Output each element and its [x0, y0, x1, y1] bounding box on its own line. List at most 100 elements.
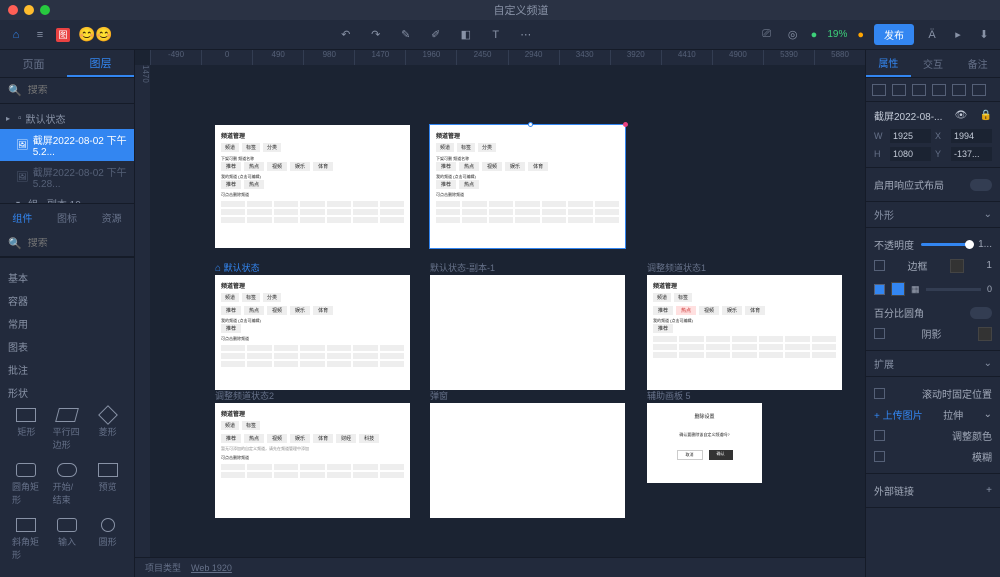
tab-icons[interactable]: 图标 — [45, 204, 90, 231]
brush-icon[interactable]: ✐ — [428, 27, 444, 43]
artboard[interactable]: 调整频道状态2 频道管理 频道标签 推荐热点视频娱乐体育财经科技 暂无可添加的自… — [215, 403, 410, 518]
layer-item[interactable]: ▾组 - 副本 10 — [0, 193, 134, 203]
fill-swatch[interactable] — [891, 282, 905, 296]
artboard[interactable]: 调整频道状态1 频道管理 频道标签 推荐热点视频娱乐体育 我的频道 (点击可编辑… — [647, 275, 842, 390]
cat-shape[interactable]: 形状 — [8, 381, 126, 404]
artboard[interactable]: ⌂ 默认状态 频道管理 频道标签分类 推荐热点视频娱乐体育 我的频道 (点击可编… — [215, 275, 410, 390]
tab-assets[interactable]: 资源 — [89, 204, 134, 231]
artboard-label[interactable]: 调整频道状态1 — [647, 261, 706, 274]
opacity-slider[interactable] — [921, 243, 971, 246]
artboard-label[interactable]: 调整频道状态2 — [215, 389, 274, 402]
visibility-icon[interactable]: 👁 — [955, 110, 968, 121]
align-top-icon[interactable] — [932, 84, 946, 96]
height-input[interactable] — [890, 147, 931, 161]
lock-icon[interactable]: 🔒 — [980, 110, 992, 121]
maximize-window[interactable] — [40, 5, 50, 15]
fixscroll-checkbox[interactable] — [874, 388, 885, 399]
component-tabs: 组件 图标 资源 — [0, 203, 134, 231]
appearance-header[interactable]: 外形⌄ — [866, 202, 1000, 228]
download-icon[interactable]: ⬇ — [976, 27, 992, 43]
fill-style-icon[interactable]: ▦ — [911, 284, 920, 295]
tab-notes[interactable]: 备注 — [955, 50, 1000, 77]
artboard[interactable]: 频道管理 频道标签分类 下架可删 频道名称 推荐热点视频娱乐体育 我的频道 (点… — [215, 125, 410, 248]
artboard-label[interactable]: 默认状态-副本-1 — [430, 261, 495, 274]
more-icon[interactable]: ⋯ — [518, 27, 534, 43]
tab-attributes[interactable]: 属性 — [866, 50, 911, 77]
shape-preset[interactable]: 预览 — [89, 459, 126, 510]
app-icon[interactable]: 图 — [56, 28, 70, 42]
search-icon: 🔍 — [8, 84, 22, 97]
adjust-color-checkbox[interactable] — [874, 430, 885, 441]
shadow-checkbox[interactable] — [874, 328, 885, 339]
upload-image-link[interactable]: + 上传图片 — [874, 407, 923, 422]
align-center-icon[interactable] — [892, 84, 906, 96]
left-tabs: 页面 图层 — [0, 50, 134, 78]
shape-bevel-rect[interactable]: 斜角矩形 — [8, 514, 45, 565]
artboard-label[interactable]: 弹窗 — [430, 389, 448, 402]
ai-icon[interactable]: Ä — [924, 27, 940, 43]
text-icon[interactable]: T — [488, 27, 504, 43]
tab-interactions[interactable]: 交互 — [911, 50, 956, 77]
tab-pages[interactable]: 页面 — [0, 50, 67, 77]
redo-icon[interactable]: ↷ — [368, 27, 384, 43]
artboard-label[interactable]: 辅助画板 5 — [647, 389, 691, 402]
align-bottom-icon[interactable] — [972, 84, 986, 96]
add-link-button[interactable]: + — [986, 485, 992, 496]
warning-icon[interactable]: ● — [857, 29, 864, 41]
responsive-toggle[interactable] — [970, 179, 992, 191]
cat-common[interactable]: 常用 — [8, 312, 126, 335]
menu-icon[interactable]: ≡ — [32, 27, 48, 43]
shape-circle[interactable]: 圆形 — [89, 514, 126, 565]
fill-checkbox[interactable] — [874, 284, 885, 295]
sync-icon[interactable]: ● — [811, 29, 818, 41]
close-window[interactable] — [8, 5, 18, 15]
artboard[interactable]: 默认状态-副本-1 — [430, 275, 625, 390]
undo-icon[interactable]: ↶ — [338, 27, 354, 43]
shape-pill[interactable]: 开始/结束 — [49, 459, 86, 510]
shape-diamond[interactable]: 菱形 — [89, 404, 126, 455]
shape-rect[interactable]: 矩形 — [8, 404, 45, 455]
border-checkbox[interactable] — [874, 260, 885, 271]
artboard-label[interactable]: ⌂ 默认状态 — [215, 261, 260, 274]
artboard[interactable]: 辅助画板 5 删除设置 确认要删除该自定义频道吗? 取消 确认 — [647, 403, 762, 483]
play-icon[interactable]: ▸ — [950, 27, 966, 43]
radius-toggle[interactable] — [970, 307, 992, 319]
align-middle-icon[interactable] — [952, 84, 966, 96]
shape-rounded-rect[interactable]: 圆角矩形 — [8, 459, 45, 510]
border-swatch[interactable] — [950, 259, 964, 273]
shape-parallelogram[interactable]: 平行四边形 — [49, 404, 86, 455]
align-right-icon[interactable] — [912, 84, 926, 96]
artboard-selected[interactable]: 频道管理 频道标签分类 下架可删 频道名称 推荐热点视频娱乐体育 我的频道 (点… — [430, 125, 625, 248]
target-icon[interactable]: ◎ — [785, 27, 801, 43]
tile-checkbox[interactable] — [874, 451, 885, 462]
pen-icon[interactable]: ✎ — [398, 27, 414, 43]
cat-basic[interactable]: 基本 — [8, 266, 126, 289]
ruler-vertical: 1470 — [135, 65, 150, 577]
y-input[interactable] — [951, 147, 992, 161]
extend-header[interactable]: 扩展⌄ — [866, 351, 1000, 377]
shadow-swatch[interactable] — [978, 327, 992, 341]
layer-icon[interactable]: ◧ — [458, 27, 474, 43]
collab-avatars[interactable]: 😊😊 — [78, 26, 113, 43]
home-icon[interactable]: ⌂ — [8, 27, 24, 43]
cat-annotation[interactable]: 批注 — [8, 358, 126, 381]
view-icon[interactable]: ⎚ — [759, 27, 775, 43]
project-type-value[interactable]: Web 1920 — [191, 563, 232, 573]
layer-item[interactable]: 🖼截屏2022-08-02 下午5.2... — [0, 129, 134, 161]
layer-item[interactable]: 🖼截屏2022-08-02 下午5.28... — [0, 161, 134, 193]
minimize-window[interactable] — [24, 5, 34, 15]
right-tabs: 属性 交互 备注 — [866, 50, 1000, 78]
x-input[interactable] — [951, 129, 992, 143]
cat-container[interactable]: 容器 — [8, 289, 126, 312]
shape-input[interactable]: 输入 — [49, 514, 86, 565]
tab-components[interactable]: 组件 — [0, 204, 45, 231]
width-input[interactable] — [890, 129, 931, 143]
zoom-percent[interactable]: 19% — [827, 29, 847, 40]
artboard[interactable]: 弹窗 — [430, 403, 625, 518]
canvas[interactable]: -490049098014701960245029403430392044104… — [135, 50, 865, 577]
layer-item[interactable]: ▸▫默认状态 — [0, 108, 134, 129]
cat-chart[interactable]: 图表 — [8, 335, 126, 358]
publish-button[interactable]: 发布 — [874, 24, 914, 45]
align-left-icon[interactable] — [872, 84, 886, 96]
tab-layers[interactable]: 图层 — [67, 50, 134, 77]
